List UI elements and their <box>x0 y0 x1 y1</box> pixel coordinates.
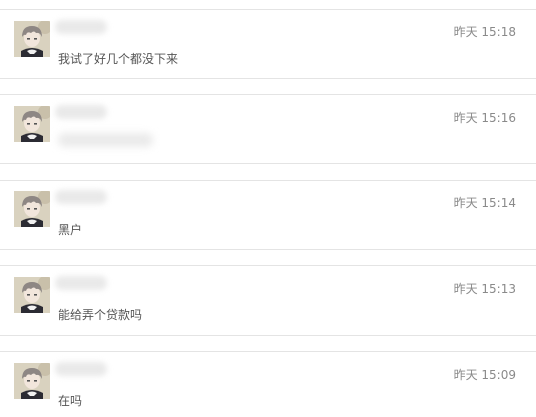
sender-name-redacted <box>55 190 107 204</box>
timestamp: 昨天 15:13 <box>453 282 516 296</box>
timestamp: 昨天 15:18 <box>453 25 516 39</box>
timestamp: 昨天 15:09 <box>453 368 516 382</box>
avatar[interactable] <box>14 191 50 227</box>
anime-boy-avatar-icon <box>14 21 50 57</box>
message-preview: 我试了好几个都没下来 <box>58 52 179 66</box>
sender-name-redacted <box>55 20 107 34</box>
timestamp: 昨天 15:16 <box>453 111 516 125</box>
sender-name-redacted <box>55 362 107 376</box>
anime-boy-avatar-icon <box>14 277 50 313</box>
avatar[interactable] <box>14 363 50 399</box>
avatar[interactable] <box>14 106 50 142</box>
timestamp: 昨天 15:14 <box>453 196 516 210</box>
message-preview-redacted <box>58 133 153 147</box>
row-divider <box>0 78 536 79</box>
row-divider <box>0 94 536 95</box>
message-preview: 能给弄个贷款吗 <box>58 308 143 322</box>
anime-boy-avatar-icon <box>14 106 50 142</box>
message-preview: 在吗 <box>58 394 83 408</box>
sender-name-redacted <box>55 105 107 119</box>
avatar[interactable] <box>14 21 50 57</box>
row-divider <box>0 249 536 250</box>
row-divider <box>0 351 536 352</box>
message-preview: 黑户 <box>58 223 83 237</box>
anime-boy-avatar-icon <box>14 191 50 227</box>
sender-name-redacted <box>55 276 107 290</box>
row-divider <box>0 335 536 336</box>
row-divider <box>0 9 536 10</box>
avatar[interactable] <box>14 277 50 313</box>
row-divider <box>0 180 536 181</box>
row-divider <box>0 265 536 266</box>
anime-boy-avatar-icon <box>14 363 50 399</box>
row-divider <box>0 163 536 164</box>
